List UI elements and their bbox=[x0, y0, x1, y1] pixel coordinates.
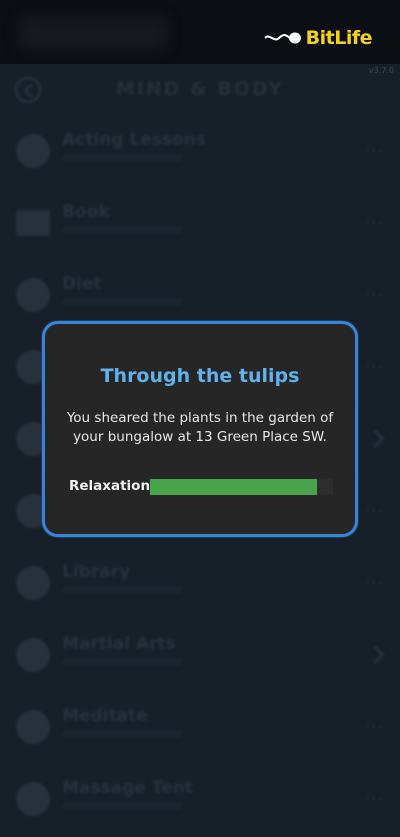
background-header: MIND & BODY bbox=[0, 64, 400, 116]
massage-icon bbox=[16, 782, 50, 816]
more-dots-icon: ••• bbox=[364, 146, 385, 157]
meditation-icon bbox=[16, 710, 50, 744]
stat-bar bbox=[150, 479, 333, 495]
more-dots-icon: ••• bbox=[364, 578, 385, 589]
top-bar: BitLife bbox=[0, 0, 400, 64]
background-menu-item: Acting Lessons ••• bbox=[0, 116, 400, 189]
background-menu-item-label: Book bbox=[62, 202, 110, 222]
background-menu-item-label: Massage Tent bbox=[62, 778, 193, 798]
background-menu-item: Meditate ••• bbox=[0, 692, 400, 765]
blurred-header-element bbox=[18, 16, 168, 50]
background-menu-item-subtitle bbox=[62, 658, 182, 666]
background-menu-item-label: Acting Lessons bbox=[62, 130, 206, 150]
more-dots-icon: ••• bbox=[364, 290, 385, 301]
stat-label: Relaxation bbox=[69, 478, 151, 494]
more-dots-icon: ••• bbox=[364, 506, 385, 517]
background-menu-item: Martial Arts bbox=[0, 620, 400, 693]
background-menu-item-label: Diet bbox=[62, 274, 102, 294]
stat-bar-fill bbox=[150, 479, 317, 495]
more-dots-icon: ••• bbox=[364, 362, 385, 373]
background-menu-item: Book ••• bbox=[0, 188, 400, 261]
theater-icon bbox=[16, 134, 50, 168]
background-menu-item: Massage Tent ••• bbox=[0, 764, 400, 837]
event-dialog: Through the tulips You sheared the plant… bbox=[42, 321, 358, 537]
more-dots-icon: ••• bbox=[364, 722, 385, 733]
dialog-title: Through the tulips bbox=[100, 365, 300, 387]
background-menu-item-subtitle bbox=[62, 154, 182, 162]
brand-logo: BitLife bbox=[263, 26, 373, 50]
background-title: MIND & BODY bbox=[115, 78, 285, 100]
more-dots-icon: ••• bbox=[364, 794, 385, 805]
sperm-logo-icon bbox=[263, 32, 301, 44]
brand-name: BitLife bbox=[305, 27, 373, 49]
food-icon bbox=[16, 278, 50, 312]
more-dots-icon: ••• bbox=[364, 218, 385, 229]
background-menu-item-subtitle bbox=[62, 802, 182, 810]
background-menu-item-label: Library bbox=[62, 562, 131, 582]
dialog-message: You sheared the plants in the garden of … bbox=[66, 410, 334, 445]
background-menu-item-subtitle bbox=[62, 298, 182, 306]
background-menu-item-label: Martial Arts bbox=[62, 634, 176, 654]
book-icon bbox=[16, 210, 50, 236]
background-menu-item-subtitle bbox=[62, 586, 182, 594]
background-menu-item-label: Meditate bbox=[62, 706, 148, 726]
background-menu-item-subtitle bbox=[62, 226, 182, 234]
chevron-right-icon bbox=[366, 645, 385, 664]
background-menu-item: Library ••• bbox=[0, 548, 400, 621]
martial-arts-icon bbox=[16, 638, 50, 672]
background-menu-item-subtitle bbox=[62, 730, 182, 738]
stat-row: Relaxation bbox=[69, 478, 333, 498]
version-label: v3.7.0 bbox=[368, 66, 394, 75]
library-icon bbox=[16, 566, 50, 600]
chevron-right-icon bbox=[366, 429, 385, 448]
